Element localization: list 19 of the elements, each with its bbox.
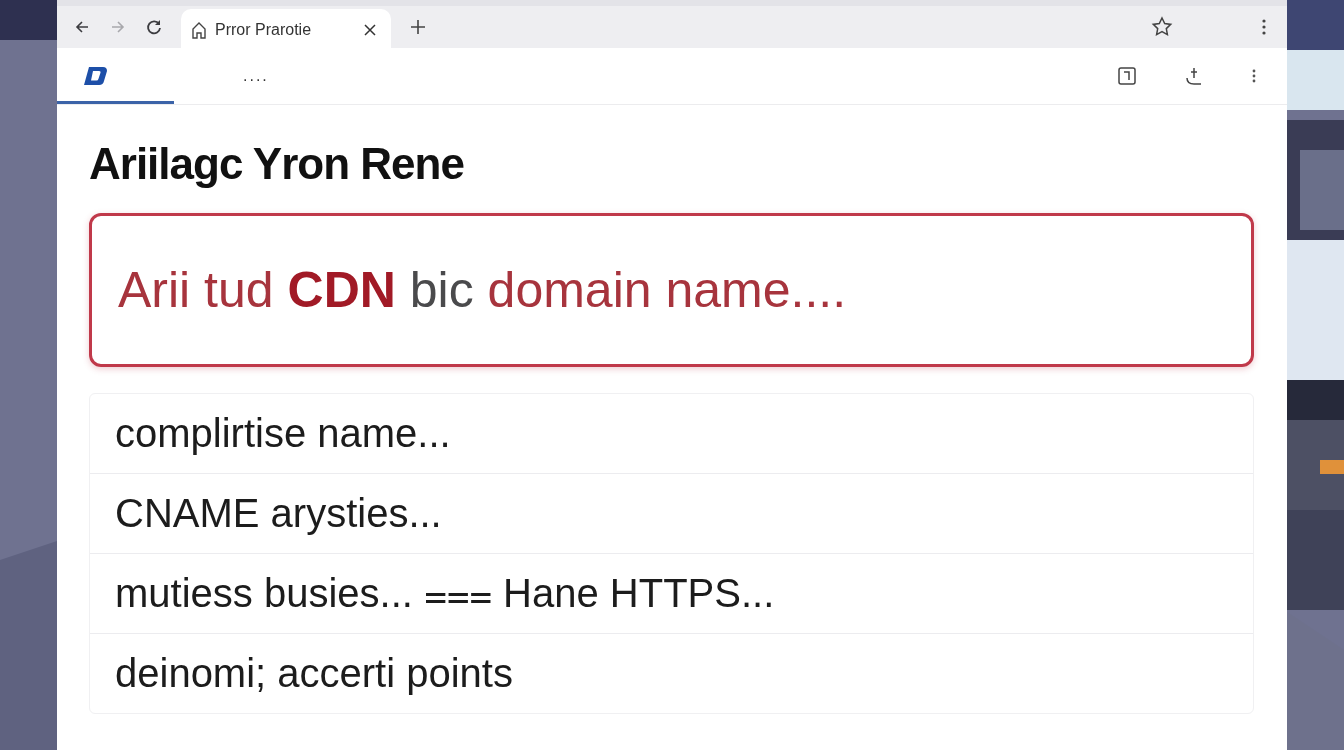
list-item-text[interactable]: complirtise name... (115, 411, 451, 456)
close-icon[interactable] (363, 23, 377, 37)
star-icon[interactable] (1151, 16, 1173, 38)
new-tab-icon[interactable] (409, 18, 427, 36)
download-icon[interactable] (1185, 66, 1203, 86)
tab-title: Prror Prarotie (215, 21, 313, 39)
home-icon (191, 21, 207, 39)
list-item-text[interactable]: deinomi; accerti points (115, 651, 513, 696)
square-icon[interactable] (1117, 66, 1137, 86)
alert-message: Arii tud CDN bic domain name.... (118, 261, 847, 319)
list-item-text[interactable]: CNAME arysties... (115, 491, 442, 536)
page-heading: Ariilagc Yron Rene (89, 139, 465, 189)
more-text[interactable]: .... (243, 67, 269, 85)
menu-icon[interactable] (1251, 68, 1257, 84)
browser-tab[interactable]: Prror Prarotie (181, 9, 391, 51)
logo-icon[interactable] (83, 66, 109, 86)
reload-icon[interactable] (145, 18, 163, 36)
list-item-text[interactable]: mutiess busies... ⩶ Hane HTTPS... (115, 570, 775, 617)
menu-icon[interactable] (1261, 18, 1267, 36)
